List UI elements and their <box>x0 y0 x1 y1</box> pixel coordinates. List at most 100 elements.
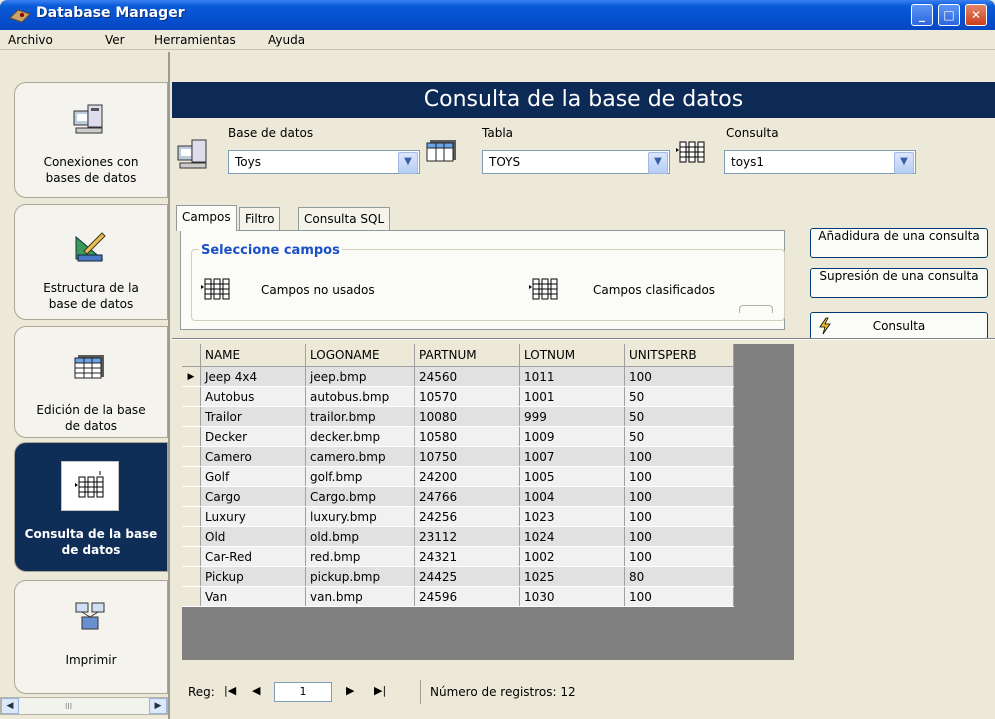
row-indicator[interactable] <box>182 586 201 607</box>
menu-archivo[interactable]: Archivo <box>8 33 53 47</box>
table-cell[interactable]: 24256 <box>414 506 520 527</box>
table-cell[interactable]: 23112 <box>414 526 520 547</box>
table-cell[interactable]: 100 <box>624 526 734 547</box>
table-cell[interactable]: Trailor <box>200 406 306 427</box>
next-record-icon[interactable]: ▶ <box>346 684 354 697</box>
scroll-right-arrow-icon[interactable]: ▶ <box>149 698 167 714</box>
table-cell[interactable]: Luxury <box>200 506 306 527</box>
table-cell[interactable]: luxury.bmp <box>305 506 415 527</box>
nav-estructura[interactable]: Estructura de la base de datos <box>14 204 168 320</box>
table-cell[interactable]: Van <box>200 586 306 607</box>
row-indicator[interactable] <box>182 486 201 507</box>
table-cell[interactable]: pickup.bmp <box>305 566 415 587</box>
table-cell[interactable]: 100 <box>624 446 734 467</box>
table-cell[interactable]: 999 <box>519 406 625 427</box>
row-indicator[interactable] <box>182 406 201 427</box>
chevron-down-icon[interactable]: ▼ <box>398 152 418 174</box>
table-cell[interactable]: 80 <box>624 566 734 587</box>
table-cell[interactable]: 1005 <box>519 466 625 487</box>
last-record-icon[interactable]: ▶| <box>374 684 386 697</box>
table-cell[interactable]: 1011 <box>519 366 625 387</box>
close-button[interactable]: ✕ <box>965 4 987 26</box>
table-row[interactable]: Decker decker.bmp 10580 1009 50 <box>182 426 734 447</box>
query-select[interactable]: toys1 ▼ <box>724 150 916 174</box>
table-cell[interactable]: 24321 <box>414 546 520 567</box>
menu-herramientas[interactable]: Herramientas <box>154 33 236 47</box>
table-cell[interactable]: old.bmp <box>305 526 415 547</box>
table-cell[interactable]: 1030 <box>519 586 625 607</box>
table-select[interactable]: TOYS ▼ <box>482 150 670 174</box>
table-cell[interactable]: 1002 <box>519 546 625 567</box>
table-cell[interactable]: decker.bmp <box>305 426 415 447</box>
table-cell[interactable]: Car-Red <box>200 546 306 567</box>
table-cell[interactable]: golf.bmp <box>305 466 415 487</box>
table-cell[interactable]: jeep.bmp <box>305 366 415 387</box>
table-row[interactable]: Cargo Cargo.bmp 24766 1004 100 <box>182 486 734 507</box>
table-cell[interactable]: 50 <box>624 426 734 447</box>
table-cell[interactable]: 1007 <box>519 446 625 467</box>
table-cell[interactable]: 24200 <box>414 466 520 487</box>
results-grid[interactable]: NAME LOGONAME PARTNUM LOTNUM UNITSPERB ▶ Jeep… <box>182 344 794 660</box>
table-row[interactable]: Camero camero.bmp 10750 1007 100 <box>182 446 734 467</box>
table-cell[interactable]: 10580 <box>414 426 520 447</box>
row-indicator[interactable] <box>182 386 201 407</box>
table-row[interactable]: Pickup pickup.bmp 24425 1025 80 <box>182 566 734 587</box>
tab-filtro[interactable]: Filtro <box>239 207 281 231</box>
table-cell[interactable]: van.bmp <box>305 586 415 607</box>
table-row[interactable]: Luxury luxury.bmp 24256 1023 100 <box>182 506 734 527</box>
table-cell[interactable]: trailor.bmp <box>305 406 415 427</box>
table-cell[interactable]: Jeep 4x4 <box>200 366 306 387</box>
table-row[interactable]: Old old.bmp 23112 1024 100 <box>182 526 734 547</box>
table-cell[interactable]: 1009 <box>519 426 625 447</box>
row-indicator[interactable] <box>182 466 201 487</box>
table-row[interactable]: Autobus autobus.bmp 10570 1001 50 <box>182 386 734 407</box>
table-cell[interactable]: Autobus <box>200 386 306 407</box>
column-header[interactable]: LOTNUM <box>519 344 625 367</box>
table-cell[interactable]: 100 <box>624 586 734 607</box>
table-cell[interactable]: camero.bmp <box>305 446 415 467</box>
table-row[interactable]: Trailor trailor.bmp 10080 999 50 <box>182 406 734 427</box>
table-cell[interactable]: Cargo <box>200 486 306 507</box>
scroll-left-arrow-icon[interactable]: ◀ <box>1 698 19 714</box>
table-row[interactable]: Car-Red red.bmp 24321 1002 100 <box>182 546 734 567</box>
minimize-button[interactable]: _ <box>911 4 933 26</box>
table-cell[interactable]: 24596 <box>414 586 520 607</box>
row-indicator[interactable] <box>182 566 201 587</box>
first-record-icon[interactable]: |◀ <box>224 684 236 697</box>
table-cell[interactable]: 100 <box>624 506 734 527</box>
tab-campos[interactable]: Campos <box>176 205 237 231</box>
table-cell[interactable]: 1024 <box>519 526 625 547</box>
table-cell[interactable]: 50 <box>624 406 734 427</box>
row-indicator[interactable] <box>182 426 201 447</box>
table-cell[interactable]: 100 <box>624 486 734 507</box>
table-cell[interactable]: autobus.bmp <box>305 386 415 407</box>
table-row[interactable]: Van van.bmp 24596 1030 100 <box>182 586 734 607</box>
prev-record-icon[interactable]: ◀ <box>252 684 260 697</box>
chevron-down-icon[interactable]: ▼ <box>894 152 914 174</box>
add-query-button[interactable]: Añadidura de una consulta <box>810 228 988 258</box>
database-select[interactable]: Toys ▼ <box>228 150 420 174</box>
table-cell[interactable]: Decker <box>200 426 306 447</box>
record-number-input[interactable]: 1 <box>274 682 332 702</box>
table-cell[interactable]: Golf <box>200 466 306 487</box>
row-indicator[interactable] <box>182 526 201 547</box>
row-indicator[interactable] <box>182 506 201 527</box>
table-cell[interactable]: 50 <box>624 386 734 407</box>
table-cell[interactable]: red.bmp <box>305 546 415 567</box>
nav-consulta[interactable]: Consulta de la base de datos <box>14 442 168 572</box>
column-header[interactable]: NAME <box>200 344 306 367</box>
row-indicator[interactable] <box>182 546 201 567</box>
menu-ver[interactable]: Ver <box>105 33 125 47</box>
column-header[interactable]: LOGONAME <box>305 344 415 367</box>
run-query-button[interactable]: Consulta <box>810 312 988 340</box>
nav-edicion[interactable]: Edición de la base de datos <box>14 326 168 438</box>
table-cell[interactable]: 1004 <box>519 486 625 507</box>
nav-imprimir[interactable]: Imprimir <box>14 580 168 694</box>
table-cell[interactable]: Old <box>200 526 306 547</box>
nav-conexiones[interactable]: Conexiones con bases de datos <box>14 82 168 198</box>
table-cell[interactable]: 24425 <box>414 566 520 587</box>
menu-ayuda[interactable]: Ayuda <box>268 33 305 47</box>
table-row[interactable]: ▶ Jeep 4x4 jeep.bmp 24560 1011 100 <box>182 366 734 387</box>
fields-scroll-handle[interactable] <box>739 305 773 313</box>
scroll-grip-icon[interactable]: III <box>65 702 72 711</box>
